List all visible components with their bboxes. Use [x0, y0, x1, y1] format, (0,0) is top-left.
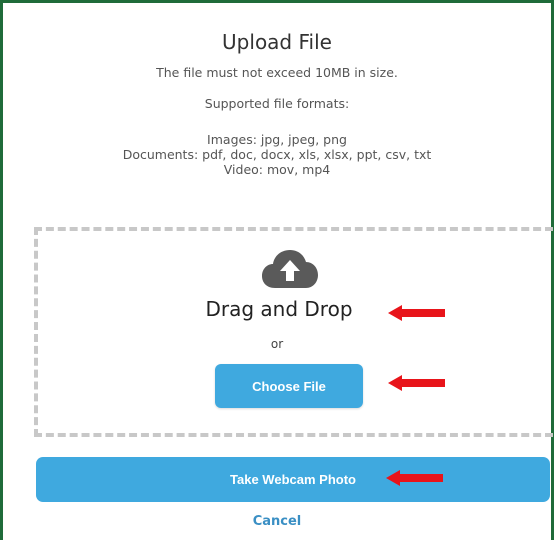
arrow-icon — [388, 375, 445, 391]
image-formats: Images: jpg, jpeg, png — [207, 132, 347, 147]
cancel-link[interactable]: Cancel — [0, 514, 554, 529]
video-formats: Video: mov, mp4 — [223, 162, 331, 177]
document-formats: Documents: pdf, doc, docx, xls, xlsx, pp… — [122, 147, 432, 162]
cloud-upload-icon — [262, 250, 318, 288]
arrow-icon — [388, 305, 445, 321]
or-text: or — [270, 337, 284, 351]
size-limit-text: The file must not exceed 10MB in size. — [156, 65, 398, 80]
choose-file-button[interactable]: Choose File — [215, 364, 363, 408]
drag-and-drop-text: Drag and Drop — [205, 297, 353, 321]
formats-list: Images: jpg, jpeg, png Documents: pdf, d… — [0, 132, 554, 177]
dialog-title: Upload File — [222, 30, 332, 54]
supported-formats-label: Supported file formats: — [204, 96, 350, 111]
take-webcam-photo-button[interactable]: Take Webcam Photo — [36, 457, 550, 502]
arrow-icon — [386, 470, 443, 486]
